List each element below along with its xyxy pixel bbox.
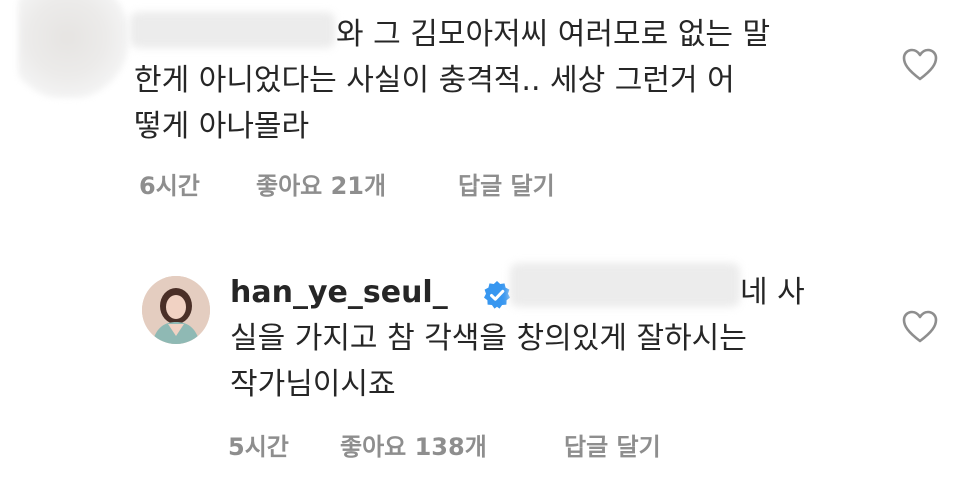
comment-like-count[interactable]: 좋아요 21개 (256, 166, 386, 201)
comment-timestamp: 6시간 (139, 172, 200, 200)
comment-text-line: 실을 가지고 참 각색을 창의있게 잘하시는 (230, 321, 747, 356)
blurred-avatar (18, 0, 128, 98)
comment-item: 와 그 김모아저씨 여러모로 없는 말 한게 아니었다는 사실이 충격적.. 세… (0, 0, 960, 215)
username-link[interactable]: han_ye_seul_ (230, 270, 448, 316)
verified-badge-icon (484, 281, 510, 309)
avatar[interactable] (142, 276, 210, 344)
heart-outline-icon[interactable] (902, 310, 938, 344)
comment-text-line: 와 그 김모아저씨 여러모로 없는 말 (336, 17, 771, 52)
comment-text-line: 떻게 아나몰라 (134, 109, 310, 144)
heart-outline-icon[interactable] (902, 48, 938, 82)
reply-button[interactable]: 답글 달기 (564, 427, 661, 462)
comment-text-line: 한게 아니었다는 사실이 충격적.. 세상 그런거 어 (134, 63, 735, 98)
reply-button[interactable]: 답글 달기 (458, 166, 555, 201)
comment-text-line: 네 사 (740, 275, 805, 310)
comment-like-count[interactable]: 좋아요 138개 (340, 427, 487, 462)
avatar-image (142, 276, 210, 344)
comment-text-line: 작가님이시죠 (230, 367, 396, 402)
comment-timestamp: 5시간 (228, 433, 289, 461)
blurred-username (130, 12, 335, 48)
blurred-mention (510, 263, 740, 307)
